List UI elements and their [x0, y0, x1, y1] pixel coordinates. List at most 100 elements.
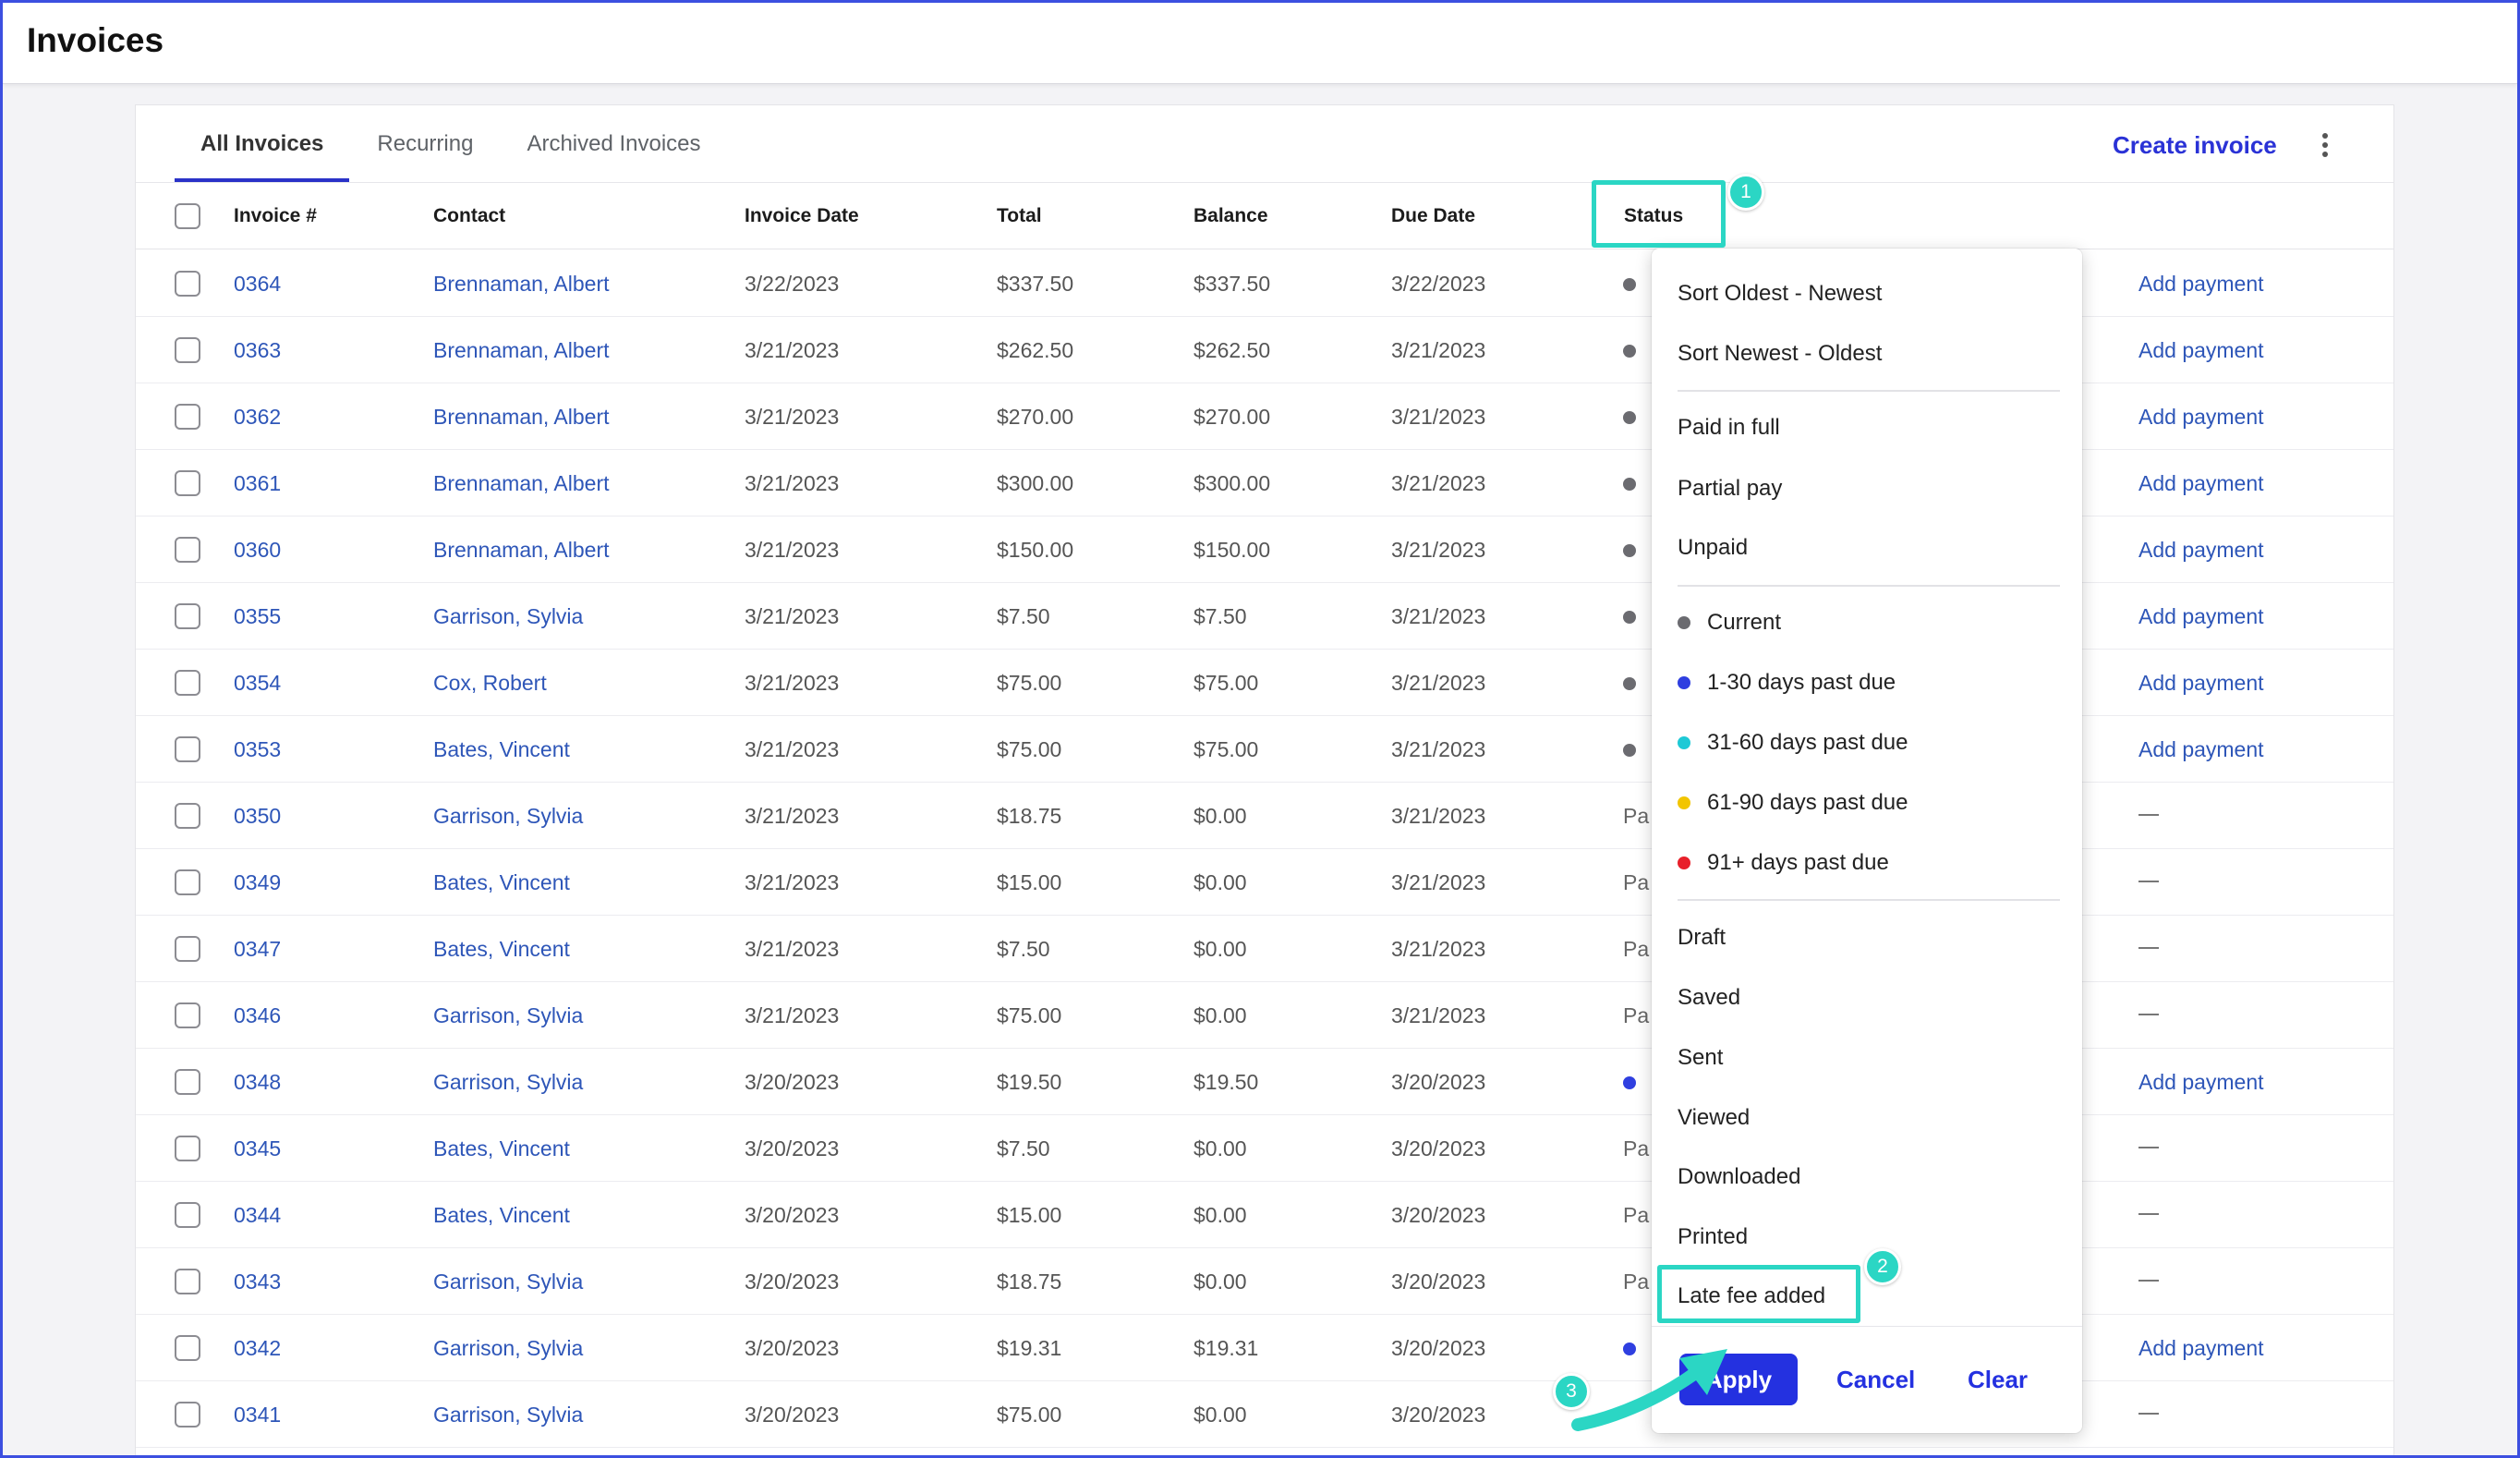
downloaded-option[interactable]: Downloaded: [1678, 1159, 1800, 1196]
invoice-number-link[interactable]: 0360: [234, 516, 281, 583]
due-date-cell: 3/21/2023: [1391, 1002, 1486, 1027]
row-checkbox[interactable]: [175, 404, 200, 430]
invoice-number-link[interactable]: 0346: [234, 982, 281, 1049]
row-checkbox[interactable]: [175, 1136, 200, 1161]
invoice-number-link[interactable]: 0341: [234, 1381, 281, 1448]
empty-action-dash: [2138, 1014, 2159, 1015]
91-plus-days-past-due-option[interactable]: 91+ days past due: [1678, 844, 1889, 881]
invoice-number-link[interactable]: 0344: [234, 1182, 281, 1248]
invoice-number-link[interactable]: 0349: [234, 849, 281, 916]
status-text: Pa: [1623, 1202, 1650, 1227]
row-checkbox[interactable]: [175, 271, 200, 297]
cancel-button[interactable]: Cancel: [1836, 1354, 1915, 1405]
add-payment-link[interactable]: Add payment: [2138, 716, 2264, 783]
column-header-contact[interactable]: Contact: [433, 183, 505, 249]
current-option[interactable]: Current: [1678, 604, 1781, 641]
contact-link[interactable]: Cox, Robert: [433, 650, 547, 716]
add-payment-link[interactable]: Add payment: [2138, 450, 2264, 516]
invoice-number-link[interactable]: 0364: [234, 250, 281, 317]
contact-link[interactable]: Garrison, Sylvia: [433, 1049, 583, 1115]
column-header-invoice-date[interactable]: Invoice Date: [745, 183, 859, 249]
invoice-number-link[interactable]: 0354: [234, 650, 281, 716]
tab-recurring[interactable]: Recurring: [351, 105, 499, 182]
tab-all-invoices[interactable]: All Invoices: [175, 105, 350, 182]
row-checkbox[interactable]: [175, 869, 200, 895]
add-payment-link[interactable]: Add payment: [2138, 583, 2264, 650]
add-payment-link[interactable]: Add payment: [2138, 383, 2264, 450]
sort-oldest-newest-option[interactable]: Sort Oldest - Newest: [1678, 275, 1882, 312]
contact-link[interactable]: Garrison, Sylvia: [433, 1381, 583, 1448]
contact-link[interactable]: Brennaman, Albert: [433, 250, 610, 317]
contact-link[interactable]: Garrison, Sylvia: [433, 982, 583, 1049]
tab-archived-invoices[interactable]: Archived Invoices: [501, 105, 726, 182]
sent-option[interactable]: Sent: [1678, 1039, 1723, 1076]
row-checkbox[interactable]: [175, 803, 200, 829]
invoice-number-link[interactable]: 0345: [234, 1115, 281, 1182]
row-checkbox[interactable]: [175, 1269, 200, 1294]
contact-link[interactable]: Bates, Vincent: [433, 1115, 570, 1182]
contact-link[interactable]: Garrison, Sylvia: [433, 783, 583, 849]
add-payment-link[interactable]: Add payment: [2138, 650, 2264, 716]
row-checkbox[interactable]: [175, 537, 200, 563]
61-90-days-label: 61-90 days past due: [1707, 790, 1908, 815]
partial-pay-option[interactable]: Partial pay: [1678, 470, 1782, 507]
column-header-balance[interactable]: Balance: [1193, 183, 1268, 249]
due-date-cell: 3/22/2023: [1391, 271, 1486, 296]
invoice-number-link[interactable]: 0362: [234, 383, 281, 450]
more-options-icon[interactable]: [2316, 129, 2334, 161]
invoice-number-link[interactable]: 0363: [234, 317, 281, 383]
add-payment-link[interactable]: Add payment: [2138, 1049, 2264, 1115]
contact-link[interactable]: Brennaman, Albert: [433, 317, 610, 383]
viewed-option[interactable]: Viewed: [1678, 1100, 1750, 1136]
row-checkbox[interactable]: [175, 1069, 200, 1095]
contact-link[interactable]: Brennaman, Albert: [433, 383, 610, 450]
printed-option[interactable]: Printed: [1678, 1219, 1748, 1256]
add-payment-link[interactable]: Add payment: [2138, 1315, 2264, 1381]
contact-link[interactable]: Brennaman, Albert: [433, 450, 610, 516]
create-invoice-link[interactable]: Create invoice: [2113, 131, 2277, 160]
column-header-due-date[interactable]: Due Date: [1391, 183, 1475, 249]
invoice-number-link[interactable]: 0361: [234, 450, 281, 516]
paid-in-full-option[interactable]: Paid in full: [1678, 409, 1780, 446]
row-checkbox[interactable]: [175, 1402, 200, 1428]
contact-link[interactable]: Garrison, Sylvia: [433, 1315, 583, 1381]
contact-link[interactable]: Garrison, Sylvia: [433, 583, 583, 650]
row-checkbox[interactable]: [175, 1002, 200, 1028]
invoice-number-link[interactable]: 0342: [234, 1315, 281, 1381]
menu-footer-divider: [1652, 1326, 2082, 1327]
contact-link[interactable]: Garrison, Sylvia: [433, 1248, 583, 1315]
row-checkbox[interactable]: [175, 936, 200, 962]
contact-link[interactable]: Bates, Vincent: [433, 916, 570, 982]
invoice-number-link[interactable]: 0350: [234, 783, 281, 849]
row-checkbox[interactable]: [175, 337, 200, 363]
add-payment-link[interactable]: Add payment: [2138, 516, 2264, 583]
row-checkbox[interactable]: [175, 1335, 200, 1361]
column-header-invoice-number[interactable]: Invoice #: [234, 183, 317, 249]
31-60-days-past-due-option[interactable]: 31-60 days past due: [1678, 724, 1908, 761]
row-checkbox[interactable]: [175, 603, 200, 629]
contact-link[interactable]: Bates, Vincent: [433, 849, 570, 916]
row-checkbox[interactable]: [175, 470, 200, 496]
contact-link[interactable]: Bates, Vincent: [433, 716, 570, 783]
invoice-number-link[interactable]: 0348: [234, 1049, 281, 1115]
invoice-number-link[interactable]: 0353: [234, 716, 281, 783]
sort-newest-oldest-option[interactable]: Sort Newest - Oldest: [1678, 335, 1882, 372]
invoice-number-link[interactable]: 0343: [234, 1248, 281, 1315]
invoice-number-link[interactable]: 0355: [234, 583, 281, 650]
contact-link[interactable]: Brennaman, Albert: [433, 516, 610, 583]
select-all-checkbox[interactable]: [175, 203, 200, 229]
1-30-days-past-due-option[interactable]: 1-30 days past due: [1678, 664, 1896, 701]
invoice-number-link[interactable]: 0347: [234, 916, 281, 982]
draft-option[interactable]: Draft: [1678, 919, 1726, 956]
saved-option[interactable]: Saved: [1678, 979, 1740, 1016]
row-checkbox[interactable]: [175, 1202, 200, 1228]
contact-link[interactable]: Bates, Vincent: [433, 1182, 570, 1248]
61-90-days-past-due-option[interactable]: 61-90 days past due: [1678, 784, 1908, 821]
column-header-total[interactable]: Total: [997, 183, 1042, 249]
unpaid-option[interactable]: Unpaid: [1678, 529, 1748, 566]
row-checkbox[interactable]: [175, 736, 200, 762]
add-payment-link[interactable]: Add payment: [2138, 250, 2264, 317]
row-checkbox[interactable]: [175, 670, 200, 696]
add-payment-link[interactable]: Add payment: [2138, 317, 2264, 383]
clear-button[interactable]: Clear: [1968, 1354, 2028, 1405]
